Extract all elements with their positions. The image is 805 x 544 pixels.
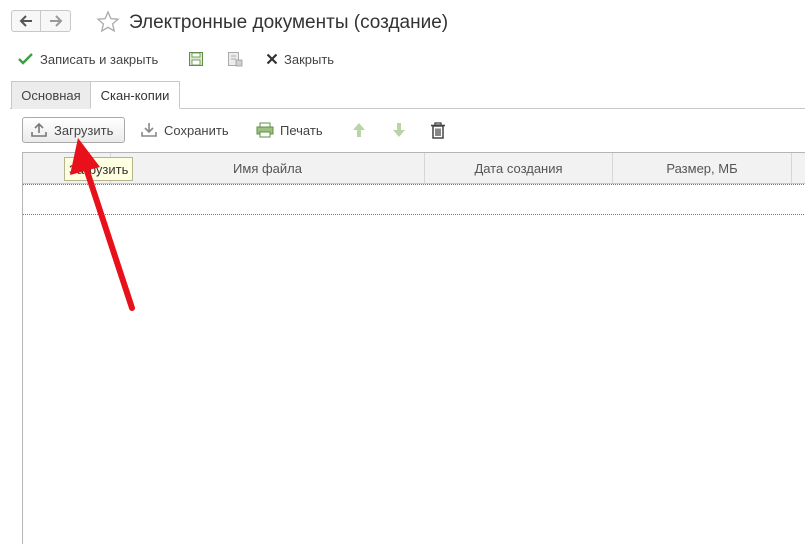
- forward-button[interactable]: [41, 10, 71, 32]
- upload-button[interactable]: Загрузить: [22, 117, 125, 143]
- download-icon: [140, 122, 158, 138]
- tab-main[interactable]: Основная: [11, 81, 91, 109]
- arrow-down-icon: [392, 122, 406, 138]
- close-button[interactable]: Закрыть: [266, 49, 334, 69]
- close-icon: [266, 53, 278, 65]
- page-title: Электронные документы (создание): [129, 12, 449, 33]
- move-down-button[interactable]: [392, 120, 412, 140]
- save-file-label: Сохранить: [164, 122, 229, 138]
- post-document-button[interactable]: [227, 49, 249, 69]
- tab-scan-copies[interactable]: Скан-копии: [90, 81, 180, 109]
- arrow-right-icon: [49, 15, 62, 27]
- table-row-selected-empty[interactable]: [23, 184, 805, 215]
- trash-icon: [430, 121, 446, 139]
- floppy-disk-icon: [188, 51, 204, 67]
- document-post-icon: [227, 51, 243, 67]
- column-header-filename[interactable]: Имя файла: [111, 153, 425, 183]
- column-header-created-date[interactable]: Дата создания: [425, 153, 613, 183]
- arrow-up-icon: [352, 122, 366, 138]
- move-up-button[interactable]: [352, 120, 372, 140]
- save-file-button[interactable]: Сохранить: [140, 120, 229, 140]
- column-header-size[interactable]: Размер, МБ: [613, 153, 792, 183]
- save-and-close-button[interactable]: Записать и закрыть: [18, 49, 158, 69]
- save-button[interactable]: [188, 49, 210, 69]
- upload-tooltip: Загрузить: [64, 157, 134, 181]
- arrow-left-icon: [19, 15, 32, 27]
- upload-label: Загрузить: [54, 122, 114, 138]
- star-icon: [96, 10, 120, 33]
- print-label: Печать: [280, 122, 323, 138]
- table-header: Имя файла Дата создания Размер, МБ: [23, 153, 805, 184]
- back-button[interactable]: [11, 10, 41, 32]
- favorite-star-button[interactable]: [96, 10, 120, 34]
- close-label: Закрыть: [284, 51, 335, 67]
- save-and-close-label: Записать и закрыть: [40, 51, 159, 67]
- delete-button[interactable]: [430, 120, 452, 140]
- printer-icon: [256, 122, 274, 138]
- upload-icon: [30, 122, 48, 138]
- checkmark-icon: [18, 52, 34, 66]
- print-button[interactable]: Печать: [256, 120, 323, 140]
- scan-copies-table[interactable]: Имя файла Дата создания Размер, МБ: [22, 152, 805, 544]
